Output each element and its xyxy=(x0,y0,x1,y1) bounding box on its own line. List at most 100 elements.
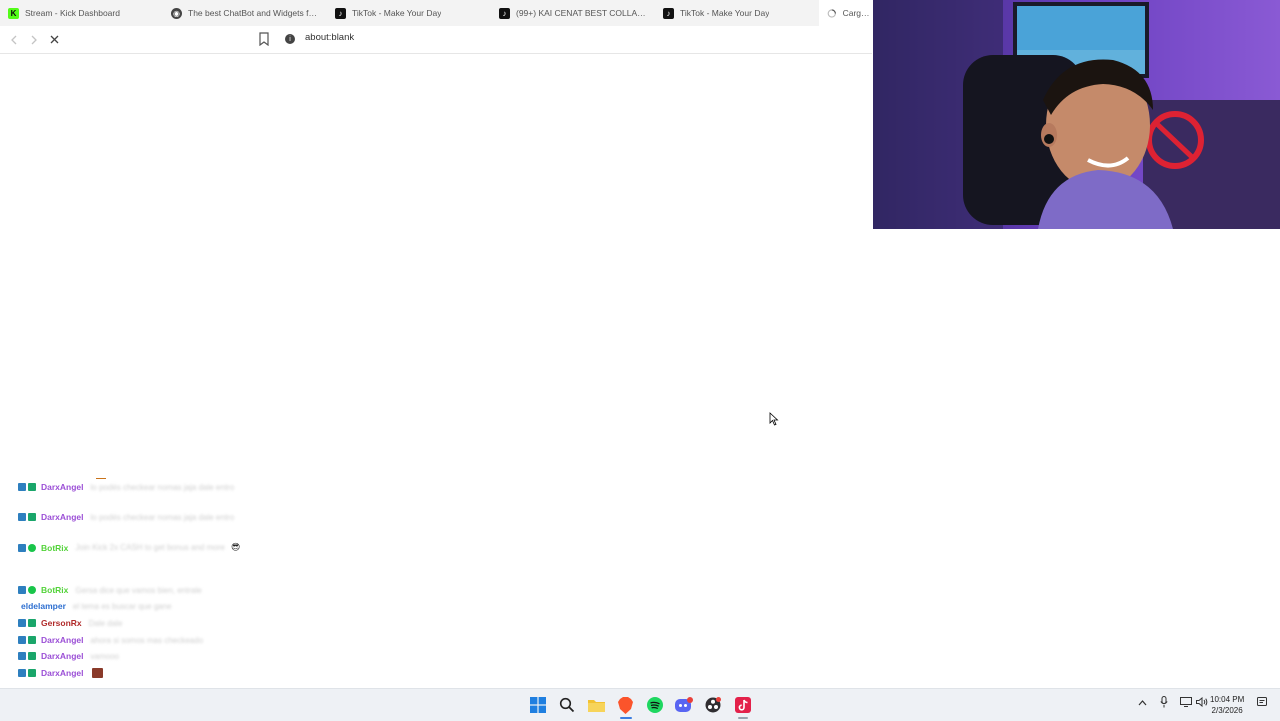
chat-username: BotRix xyxy=(41,585,69,595)
tab-kick-dashboard[interactable]: K Stream - Kick Dashboard xyxy=(0,0,163,26)
back-arrow-icon xyxy=(11,35,17,44)
tab-tiktok-1[interactable]: ♪ TikTok - Make Your Day xyxy=(327,0,491,26)
obs-icon xyxy=(705,697,721,713)
chat-message: DarxAngel lo podés checkear nomas jaja d… xyxy=(18,482,234,492)
chat-username: BotRix xyxy=(41,542,69,553)
clock-date: 2/3/2026 xyxy=(1211,706,1243,715)
taskbar-brave-browser[interactable] xyxy=(615,695,635,715)
windows-start-button[interactable] xyxy=(528,695,548,715)
emote-icon xyxy=(91,668,103,678)
discord-icon xyxy=(675,697,693,712)
tab-loading-active[interactable]: Cargand xyxy=(819,0,879,26)
moderator-badge-icon xyxy=(18,652,26,660)
tab-tiktok-2[interactable]: ♪ (99+) KAI CENAT BEST COLLABS P1... xyxy=(491,0,655,26)
tiktok-icon: ♪ xyxy=(663,7,674,19)
clock-time: 10:04 PM xyxy=(1210,695,1245,704)
chat-message: DarxAngel xyxy=(18,668,103,678)
moderator-badge-icon xyxy=(18,483,26,491)
chat-username: DarxAngel xyxy=(41,482,84,492)
bookmark-icon[interactable] xyxy=(258,32,270,46)
site-info-icon[interactable]: i xyxy=(285,34,295,44)
tab-title: (99+) KAI CENAT BEST COLLABS P1... xyxy=(516,8,647,18)
chat-username: DarxAngel xyxy=(41,651,84,661)
taskbar-obs[interactable] xyxy=(703,695,723,715)
loading-spinner-icon xyxy=(827,8,836,18)
chat-message: DarxAngel ahora si somos mas checkeado xyxy=(18,635,203,645)
speaker-icon xyxy=(1196,696,1208,708)
moderator-badge-icon xyxy=(18,543,26,552)
chat-message: DarxAngel lo podés checkear nomas jaja d… xyxy=(18,512,234,522)
chat-message: eldelamper el tema es buscar que gane xyxy=(18,601,172,611)
tab-botrix[interactable]: ◉ The best ChatBot and Widgets for Ki xyxy=(163,0,327,26)
tab-title: TikTok - Make Your Day xyxy=(680,8,770,18)
tab-title: Stream - Kick Dashboard xyxy=(25,8,120,18)
network-status[interactable] xyxy=(1180,697,1192,710)
notification-bell-icon xyxy=(1257,697,1267,706)
spotify-icon xyxy=(647,697,663,713)
close-icon xyxy=(50,35,58,44)
folder-icon xyxy=(587,700,605,712)
moderator-badge-icon xyxy=(18,513,26,521)
chat-divider xyxy=(96,478,106,479)
chat-text: el tema es buscar que gane xyxy=(72,601,172,611)
search-icon xyxy=(559,697,575,713)
tab-tiktok-3[interactable]: ♪ TikTok - Make Your Day xyxy=(655,0,819,26)
taskbar-tiktok-live[interactable] xyxy=(733,695,753,715)
chat-text: lo podés checkear nomas jaja dale entro xyxy=(90,512,235,522)
network-monitor-icon xyxy=(1180,697,1192,707)
chat-username: DarxAngel xyxy=(41,635,84,645)
taskbar-spotify[interactable] xyxy=(645,695,665,715)
running-app-indicator xyxy=(738,717,748,719)
tab-title: Cargand xyxy=(842,8,871,18)
moderator-badge-icon xyxy=(18,669,26,677)
stop-loading-button[interactable] xyxy=(44,30,64,50)
show-hidden-icons-button[interactable] xyxy=(1138,698,1147,709)
webcam-overlay xyxy=(873,0,1280,229)
tab-title: TikTok - Make Your Day xyxy=(352,8,442,18)
chat-text: lo podés checkear nomas jaja dale entro xyxy=(90,482,235,492)
active-app-indicator xyxy=(620,717,632,719)
bot-badge-icon xyxy=(28,586,36,594)
bot-badge-icon xyxy=(28,543,36,552)
address-bar[interactable]: about:blank xyxy=(305,32,354,43)
botrix-icon: ◉ xyxy=(171,7,182,19)
microphone-icon xyxy=(1160,696,1168,708)
notifications-button[interactable] xyxy=(1257,697,1267,711)
subscriber-badge-icon xyxy=(28,636,36,644)
taskbar-discord[interactable] xyxy=(674,695,694,715)
taskbar-search-button[interactable] xyxy=(557,695,577,715)
chat-text: vamooo xyxy=(90,651,119,661)
taskbar: 10:04 PM 2/3/2026 xyxy=(0,688,1280,721)
moderator-badge-icon xyxy=(18,636,26,644)
chat-username: DarxAngel xyxy=(41,512,84,522)
sunglasses-emoji-icon: 😎 xyxy=(230,542,241,552)
subscriber-badge-icon xyxy=(28,513,36,521)
mouse-cursor-icon xyxy=(769,412,779,426)
chat-username: GersonRx xyxy=(41,618,82,628)
tab-title: The best ChatBot and Widgets for Ki xyxy=(188,8,319,18)
subscriber-badge-icon xyxy=(28,669,36,677)
back-button[interactable] xyxy=(4,30,24,50)
forward-button[interactable] xyxy=(24,30,44,50)
tiktok-icon: ♪ xyxy=(335,7,346,19)
chat-message: BotRix Join Kick 2x CASH to get bonus an… xyxy=(18,542,240,553)
subscriber-badge-icon xyxy=(28,483,36,491)
chat-message: BotRix Gersa dice que vamos bien, entral… xyxy=(18,585,202,595)
chat-text: Gersa dice que vamos bien, entrale xyxy=(75,585,202,595)
brave-lion-icon xyxy=(617,696,633,714)
volume-control[interactable] xyxy=(1196,696,1208,710)
moderator-badge-icon xyxy=(18,586,26,594)
taskbar-clock[interactable]: 10:04 PM 2/3/2026 xyxy=(1210,694,1244,716)
taskbar-file-explorer[interactable] xyxy=(586,695,606,715)
windows-logo-icon xyxy=(530,697,546,713)
forward-arrow-icon xyxy=(31,35,37,44)
tiktok-icon: ♪ xyxy=(499,7,510,19)
microphone-status[interactable] xyxy=(1160,696,1168,711)
chat-text: Join Kick 2x CASH to get bonus and more xyxy=(75,543,225,552)
browser-toolbar: i about:blank xyxy=(0,26,872,54)
chat-text: Dale dale xyxy=(88,618,123,628)
tiktok-icon xyxy=(735,697,751,713)
chat-message: GersonRx Dale dale xyxy=(18,618,122,628)
chevron-up-icon xyxy=(1138,700,1147,706)
chat-username: eldelamper xyxy=(21,601,66,611)
